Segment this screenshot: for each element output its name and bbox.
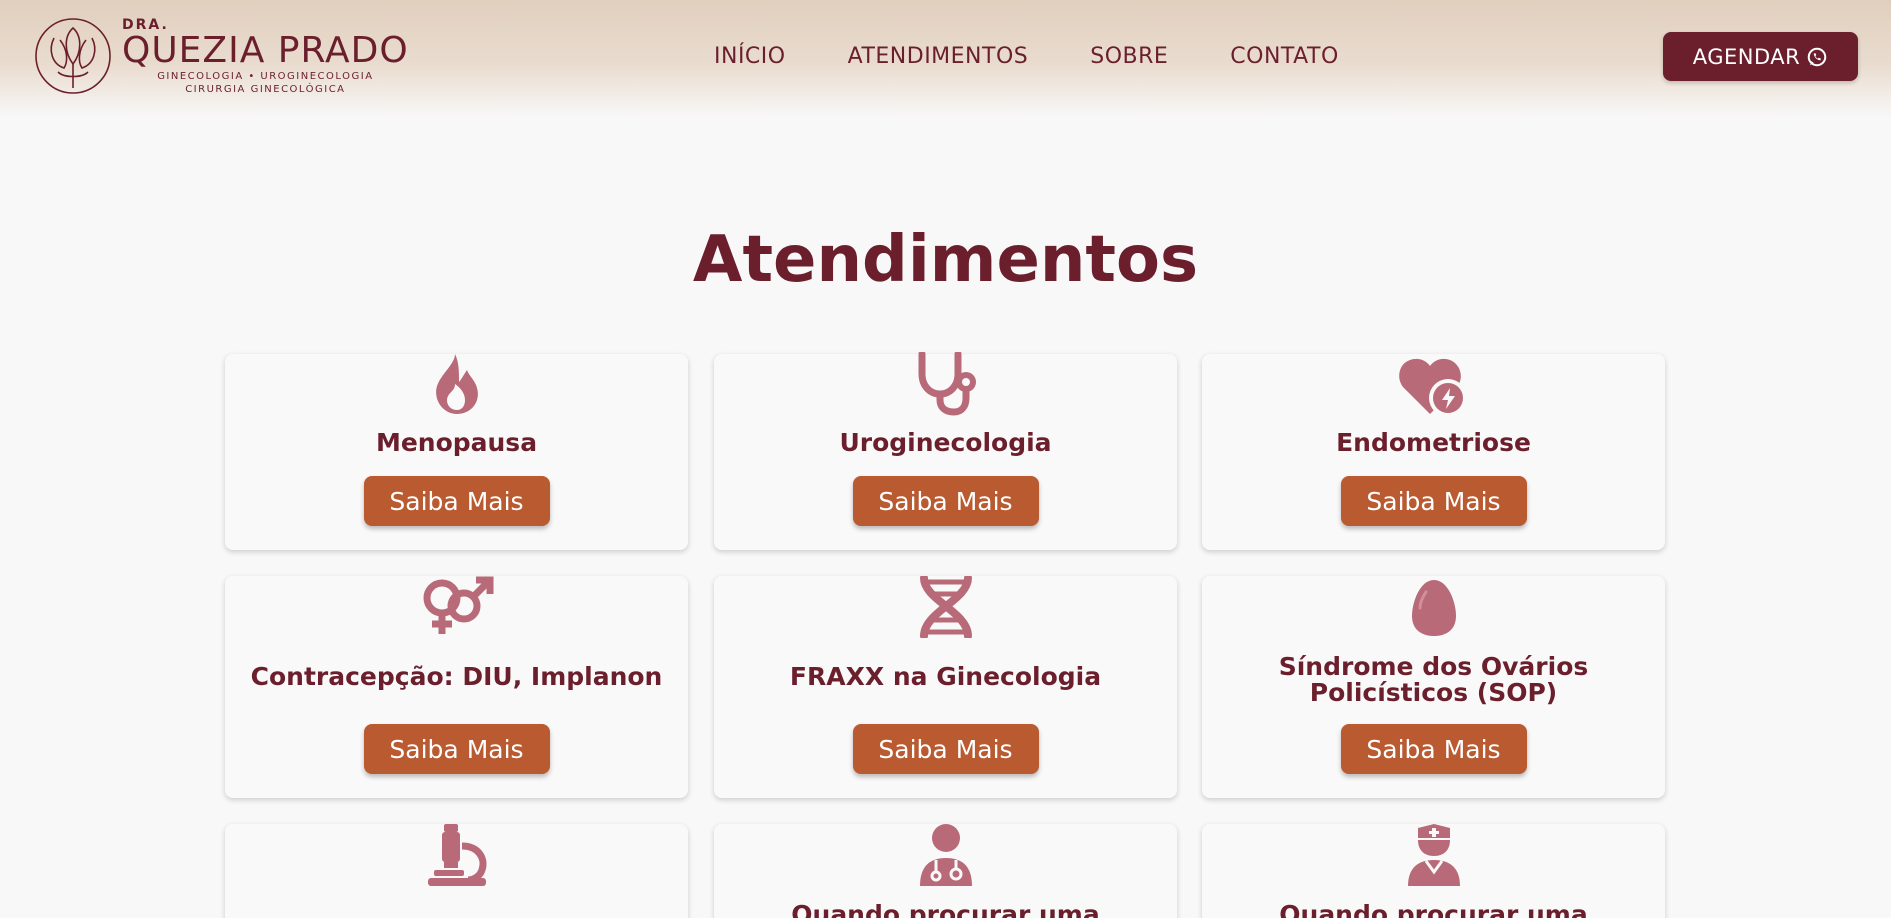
whatsapp-icon	[1807, 47, 1827, 66]
dna-icon	[918, 576, 974, 638]
card-title: Contracepção: DIU, Implanon	[250, 662, 663, 691]
saiba-mais-button[interactable]: Saiba Mais	[1340, 724, 1527, 774]
card-row3-3: Quando procurar uma	[1202, 824, 1665, 918]
card-title: Menopausa	[375, 428, 538, 457]
logo-emblem-icon	[35, 18, 111, 94]
card-menopausa: Menopausa Saiba Mais	[225, 354, 688, 550]
nav-sobre[interactable]: SOBRE	[1090, 44, 1168, 70]
page-title: Atendimentos	[692, 223, 1199, 297]
saiba-mais-button[interactable]: Saiba Mais	[852, 724, 1039, 774]
card-row3-2: Quando procurar uma	[714, 824, 1177, 918]
logo-name: QUEZIA PRADO	[122, 30, 409, 71]
microscope-icon	[426, 824, 488, 886]
nav-atendimentos[interactable]: ATENDIMENTOS	[848, 44, 1029, 70]
saiba-mais-button[interactable]: Saiba Mais	[852, 476, 1039, 526]
card-row3-1	[225, 824, 688, 918]
card-title: FRAXX na Ginecologia	[789, 662, 1102, 691]
logo-subtitle-2: CIRURGIA GINECOLÓGICA	[185, 84, 346, 95]
logo[interactable]: DRA. QUEZIA PRADO GINECOLOGIA • UROGINEC…	[34, 16, 409, 96]
saiba-mais-button[interactable]: Saiba Mais	[1340, 476, 1527, 526]
card-sop: Síndrome dos Ovários Policísticos (SOP) …	[1202, 576, 1665, 798]
heart-bolt-icon	[1398, 356, 1470, 418]
user-nurse-icon	[1406, 824, 1462, 886]
card-fraxx: FRAXX na Ginecologia Saiba Mais	[714, 576, 1177, 798]
saiba-mais-button[interactable]: Saiba Mais	[363, 476, 550, 526]
stethoscope-icon	[914, 352, 978, 416]
egg-icon	[1410, 578, 1458, 638]
card-title: Quando procurar uma	[1279, 900, 1588, 918]
nav-contato[interactable]: CONTATO	[1230, 44, 1338, 70]
saiba-mais-button[interactable]: Saiba Mais	[363, 724, 550, 774]
fire-icon	[433, 354, 481, 414]
card-title: Síndrome dos Ovários Policísticos (SOP)	[1278, 652, 1589, 707]
card-uroginecologia: Uroginecologia Saiba Mais	[714, 352, 1177, 550]
card-contracepcao: Contracepção: DIU, Implanon Saiba Mais	[225, 576, 688, 798]
gender-icon	[418, 576, 496, 636]
card-title: Uroginecologia	[839, 428, 1052, 457]
card-endometriose: Endometriose Saiba Mais	[1202, 354, 1665, 550]
card-title: Endometriose	[1336, 428, 1531, 457]
agendar-label: AGENDAR	[1692, 44, 1801, 69]
agendar-button[interactable]: AGENDAR	[1663, 32, 1858, 81]
logo-subtitle-1: GINECOLOGIA • UROGINECOLOGIA	[157, 71, 374, 82]
site-header: DRA. QUEZIA PRADO GINECOLOGIA • UROGINEC…	[0, 0, 1891, 118]
main-nav: INÍCIO ATENDIMENTOS SOBRE CONTATO	[714, 44, 1339, 70]
user-doctor-icon	[918, 824, 974, 886]
nav-inicio[interactable]: INÍCIO	[714, 44, 786, 70]
card-title: Quando procurar uma	[791, 900, 1100, 918]
